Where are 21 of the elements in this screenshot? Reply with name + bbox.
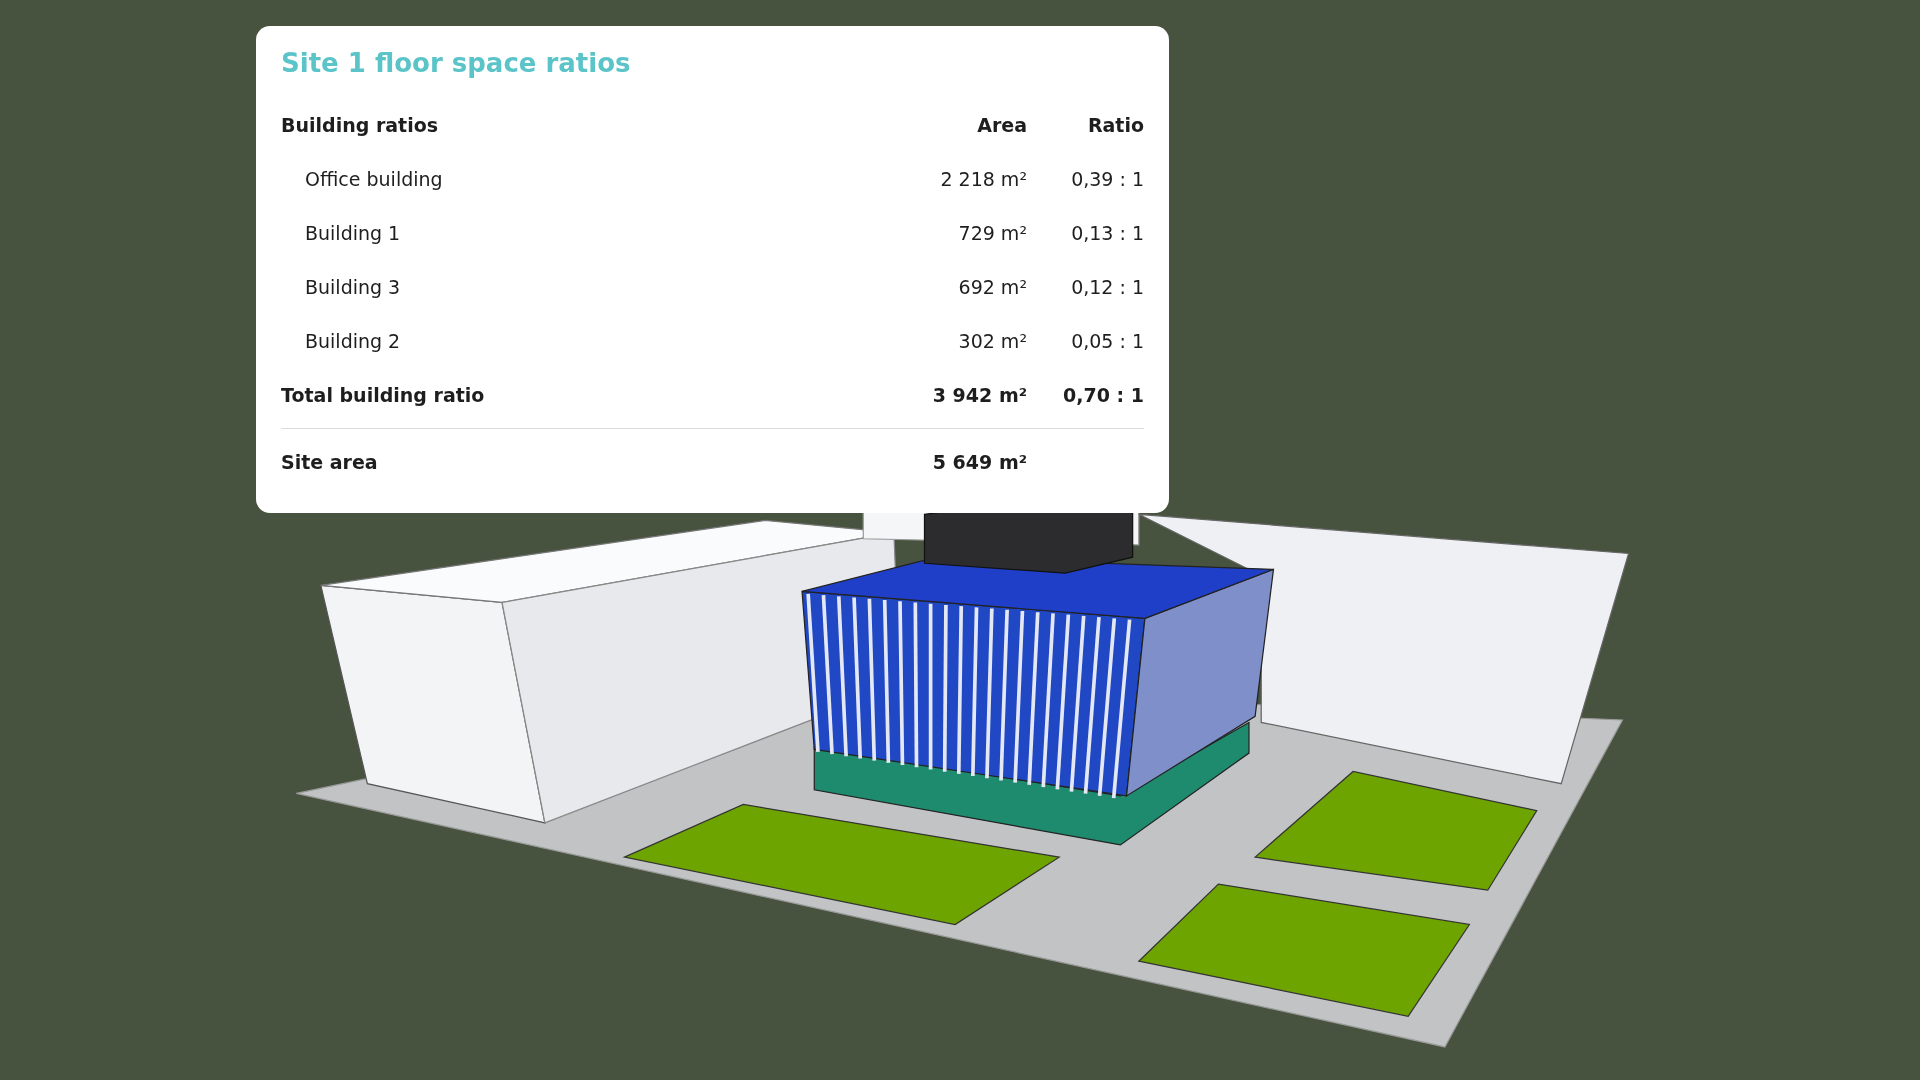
ratio-value: 0,13 : 1 bbox=[1070, 221, 1144, 246]
building-name: Building 2 bbox=[304, 329, 402, 354]
ratio-value: 0,39 : 1 bbox=[1070, 167, 1144, 192]
card-title: Site 1 floor space ratios bbox=[281, 48, 632, 78]
total-area: 3 942 m² bbox=[887, 368, 1037, 422]
building-name: Building 1 bbox=[304, 221, 402, 246]
column-header: Building ratios bbox=[281, 113, 440, 138]
total-ratio: 0,70 : 1 bbox=[1062, 383, 1144, 408]
area-value: 302 m² bbox=[957, 329, 1028, 354]
total-label: Total building ratio bbox=[281, 383, 486, 408]
site-area-label: Site area bbox=[281, 450, 379, 475]
ratio-value: 0,05 : 1 bbox=[1070, 329, 1144, 354]
area-value: 2 218 m² bbox=[939, 167, 1028, 192]
building-name: Building 3 bbox=[304, 275, 402, 300]
ratio-value: 0,12 : 1 bbox=[1070, 275, 1144, 300]
building-name: Office building bbox=[304, 167, 444, 192]
column-header: Area bbox=[976, 113, 1028, 138]
area-value: 729 m² bbox=[957, 221, 1028, 246]
area-value: 692 m² bbox=[957, 275, 1028, 300]
site-area-value: 5 649 m² bbox=[931, 450, 1028, 475]
column-header: Ratio bbox=[1086, 113, 1144, 138]
